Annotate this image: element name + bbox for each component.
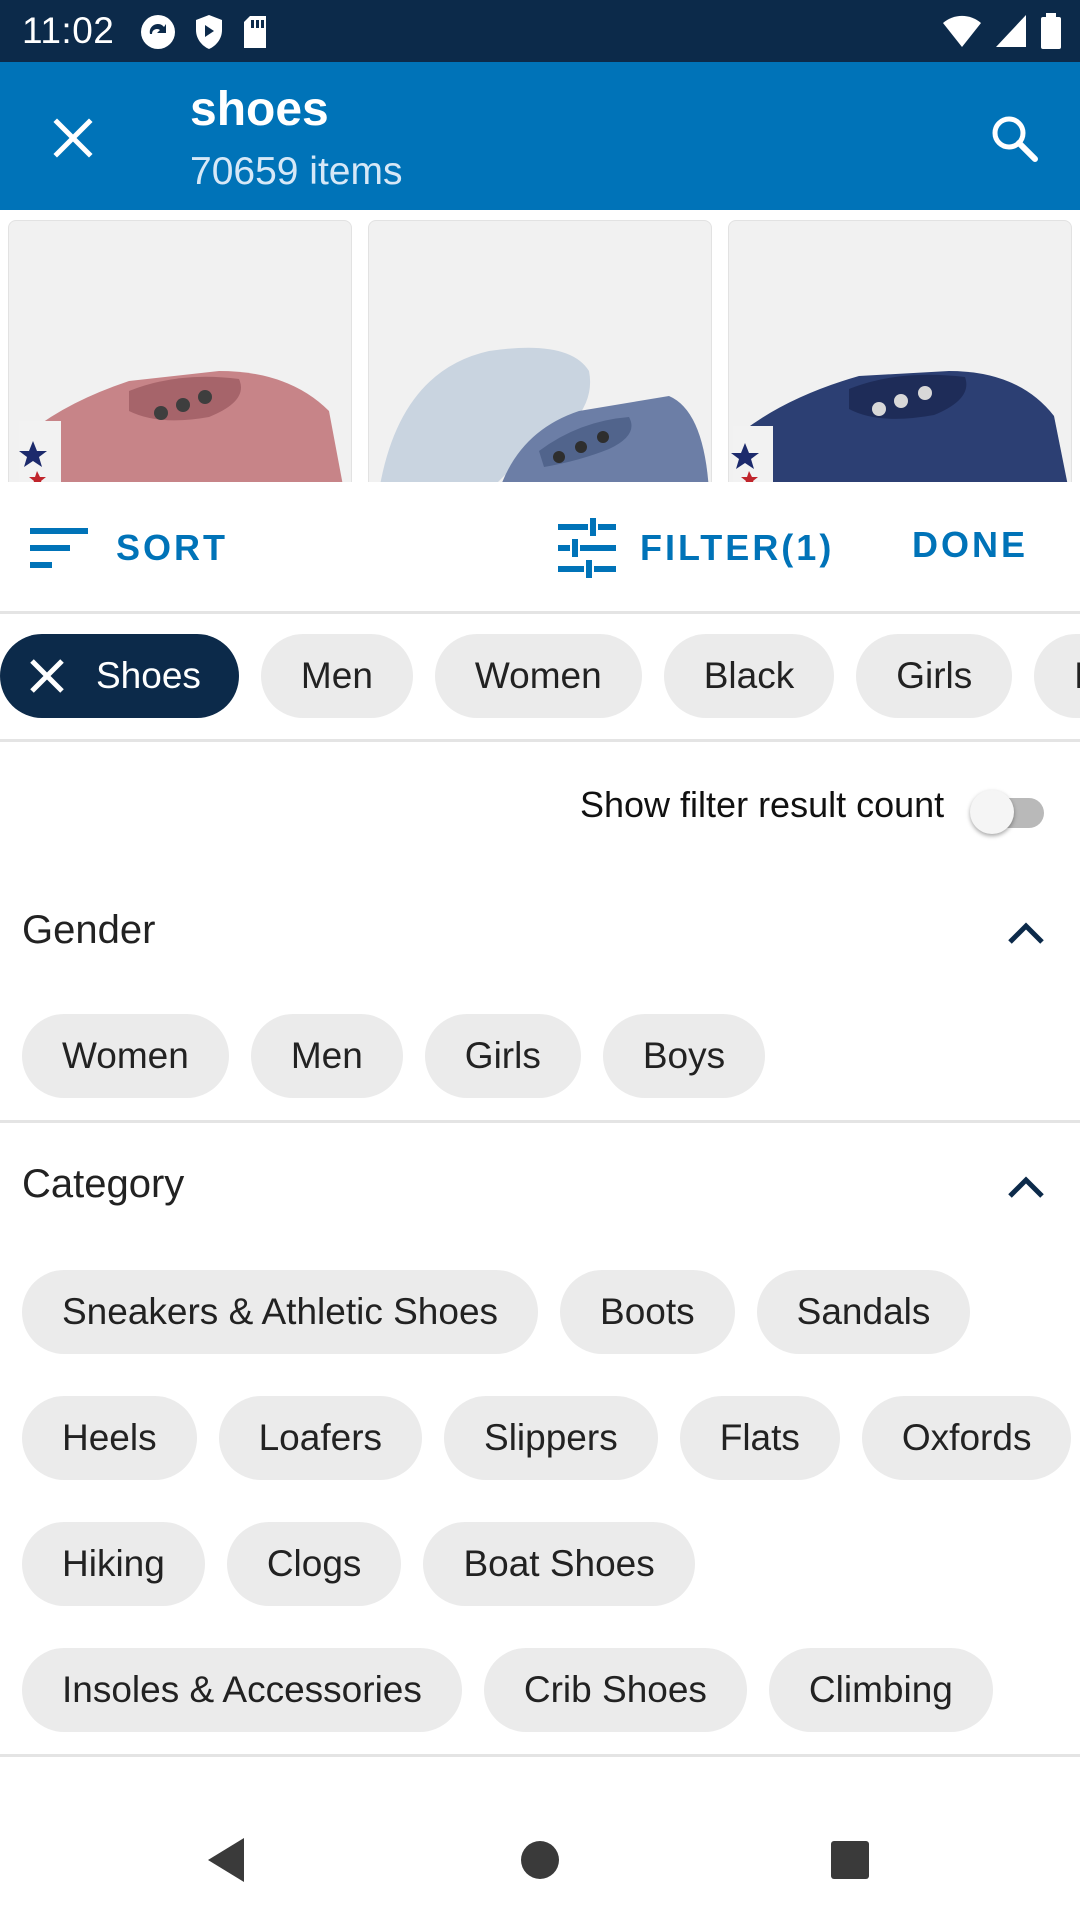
close-button[interactable] <box>42 107 104 169</box>
category-chip[interactable]: Heels <box>22 1396 197 1480</box>
category-chip[interactable]: Boat Shoes <box>423 1522 695 1606</box>
filter-count-toggle-row: Show filter result count <box>0 742 1080 872</box>
status-time: 11:02 <box>22 10 115 51</box>
item-count: 70659 items <box>190 150 403 193</box>
divider <box>0 1754 1080 1757</box>
app-bar: shoes 70659 items <box>0 62 1080 210</box>
gender-chip[interactable]: Women <box>22 1014 229 1098</box>
sort-button[interactable]: SORT <box>28 526 228 570</box>
navy-shoe-image <box>731 371 1068 482</box>
sort-label: SORT <box>116 527 229 568</box>
recents-button[interactable] <box>820 1830 880 1890</box>
gender-section-header[interactable]: Gender <box>0 872 1080 972</box>
category-chip[interactable]: Flats <box>679 1396 840 1480</box>
close-icon <box>53 118 93 158</box>
gender-chip[interactable]: Boys <box>602 1014 766 1098</box>
home-circle-icon <box>521 1841 559 1879</box>
divider <box>0 1120 1080 1123</box>
filter-count-toggle[interactable] <box>970 790 1050 834</box>
pink-shoe-image <box>19 371 343 482</box>
wifi-icon <box>942 13 982 49</box>
back-button[interactable] <box>196 1830 256 1890</box>
suggested-chip[interactable]: Boys <box>1034 634 1080 718</box>
category-chip[interactable]: Slippers <box>444 1396 658 1480</box>
search-icon <box>992 116 1038 162</box>
battery-icon <box>1040 12 1062 50</box>
category-section: Category Sneakers & Athletic Shoes Boots… <box>0 1126 1080 1758</box>
system-navigation-bar <box>0 1790 1080 1920</box>
category-chip-row: Heels Loafers Slippers Flats Oxfords <box>22 1396 1072 1480</box>
category-chip[interactable]: Climbing <box>768 1648 993 1732</box>
category-chip-row: Insoles & Accessories Crib Shoes Climbin… <box>22 1648 993 1732</box>
active-filter-chip-row: Shoes Men Women Black Girls Boys <box>0 614 1080 742</box>
section-title: Gender <box>22 908 156 952</box>
product-card[interactable] <box>728 220 1072 482</box>
chip-label: Shoes <box>96 655 201 696</box>
section-title: Category <box>22 1162 185 1206</box>
category-chip-row: Sneakers & Athletic Shoes Boots Sandals <box>22 1270 971 1354</box>
remove-filter-icon[interactable] <box>28 657 66 695</box>
chevron-up-icon[interactable] <box>1004 1164 1048 1208</box>
sort-filter-toolbar: SORT FILTER(1) DONE <box>0 482 1080 614</box>
category-chip[interactable]: Insoles & Accessories <box>22 1648 462 1732</box>
product-strip <box>0 210 1080 482</box>
search-button[interactable] <box>982 106 1046 170</box>
recents-square-icon <box>831 1841 869 1879</box>
category-section-header[interactable]: Category <box>0 1126 1080 1226</box>
shield-icon <box>192 12 226 52</box>
category-chip[interactable]: Loafers <box>218 1396 423 1480</box>
page-title: shoes <box>190 83 329 136</box>
category-chip[interactable]: Boots <box>560 1270 735 1354</box>
suggested-chip[interactable]: Women <box>434 634 642 718</box>
product-card[interactable] <box>8 220 352 482</box>
blue-shoe-image <box>380 347 709 482</box>
toggle-label: Show filter result count <box>580 784 945 825</box>
suggested-chip[interactable]: Men <box>260 634 413 718</box>
category-chip[interactable]: Clogs <box>226 1522 402 1606</box>
gender-chip[interactable]: Girls <box>424 1014 581 1098</box>
sort-icon <box>30 528 88 568</box>
category-chip[interactable]: Sneakers & Athletic Shoes <box>22 1270 539 1354</box>
category-chip[interactable]: Oxfords <box>861 1396 1072 1480</box>
status-bar: 11:02 <box>0 0 1080 62</box>
product-card[interactable] <box>368 220 712 482</box>
sd-card-icon <box>240 12 270 52</box>
category-chip[interactable]: Hiking <box>22 1522 205 1606</box>
gender-chip[interactable]: Men <box>250 1014 403 1098</box>
category-chip[interactable]: Sandals <box>756 1270 971 1354</box>
category-chip-row: Hiking Clogs Boat Shoes <box>22 1522 695 1606</box>
back-triangle-icon <box>208 1838 244 1882</box>
gender-section: Gender Women Men Girls Boys <box>0 872 1080 1123</box>
suggested-chip[interactable]: Black <box>663 634 835 718</box>
home-button[interactable] <box>510 1830 570 1890</box>
selected-chip-shoes[interactable]: Shoes <box>0 634 239 718</box>
done-button[interactable]: DONE <box>912 524 1028 566</box>
filter-button[interactable]: FILTER(1) <box>556 518 834 578</box>
status-notification-icons <box>138 12 270 52</box>
toggle-thumb <box>970 790 1014 834</box>
gender-chip-list: Women Men Girls Boys <box>22 1014 766 1098</box>
sync-icon <box>138 12 178 52</box>
category-chip[interactable]: Crib Shoes <box>483 1648 747 1732</box>
filter-sliders-icon <box>558 518 616 578</box>
chevron-up-icon[interactable] <box>1004 910 1048 954</box>
suggested-chip[interactable]: Girls <box>856 634 1013 718</box>
status-system-icons <box>942 12 1062 50</box>
signal-icon <box>994 13 1028 49</box>
filter-label: FILTER(1) <box>640 527 835 568</box>
